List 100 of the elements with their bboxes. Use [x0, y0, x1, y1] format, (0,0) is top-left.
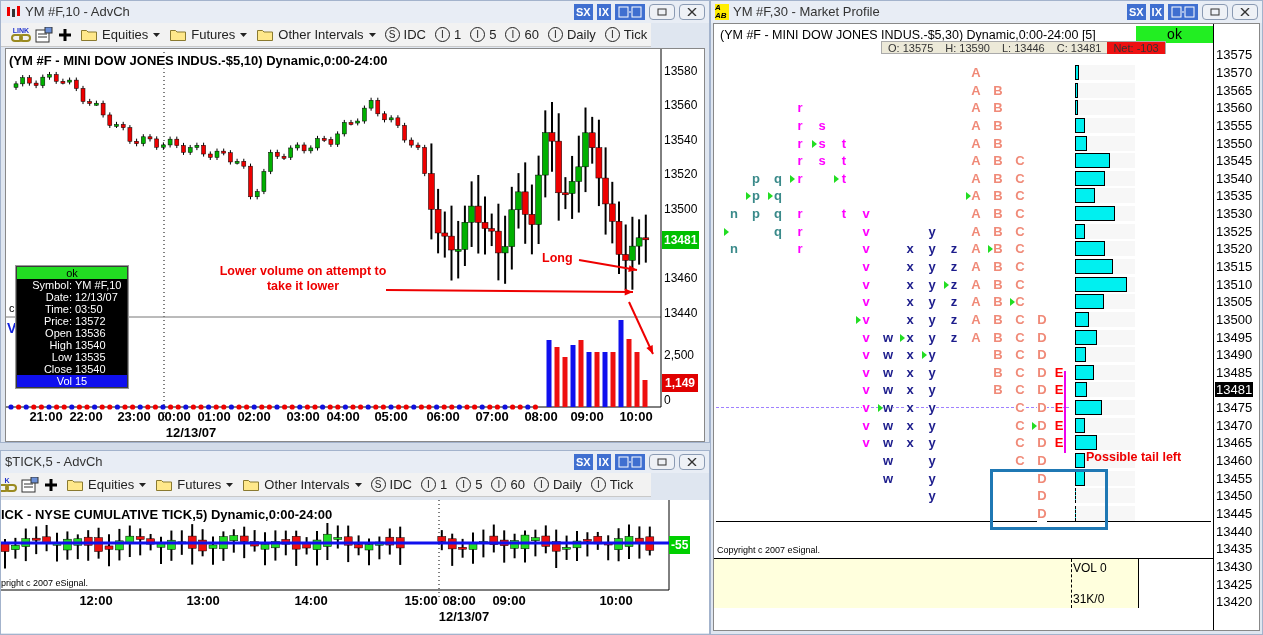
field-label: Close	[42, 363, 73, 375]
window-title: $TICK,5 - AdvCh	[5, 453, 103, 472]
annotation-text: Lower volume on attempt to take it lower	[218, 264, 388, 294]
price-axis-label: 13525	[1215, 223, 1254, 239]
interval-button[interactable]: I 5	[456, 474, 483, 495]
folder-menu-button[interactable]: Other Intervals	[243, 474, 362, 495]
price-axis-label: 13560	[664, 97, 698, 114]
price-axis-label: 13570	[1215, 64, 1254, 80]
time-axis-label: 01:00	[197, 408, 231, 426]
time-axis-label: 10:00	[599, 592, 633, 610]
interval-button[interactable]: I 60	[505, 24, 539, 45]
price-axis-label: 13470	[1215, 417, 1254, 433]
price-axis-label: 13440	[664, 305, 698, 322]
last-volume-badge: 1,149	[662, 374, 699, 392]
field-value: 13536	[75, 327, 106, 339]
field-value: 13540	[75, 339, 106, 351]
field-value: YM #F,10	[75, 279, 122, 291]
time-axis-label: 06:00	[426, 408, 460, 426]
field-value: 13540	[75, 363, 106, 375]
title-bar-button[interactable]: SX	[573, 454, 593, 470]
field-value: 13572	[75, 315, 106, 327]
time-axis-label: 23:00	[117, 408, 151, 426]
title-bar-button[interactable]: IX	[596, 454, 611, 470]
field-value: 13535	[75, 351, 106, 363]
interval-button[interactable]: I 1	[421, 474, 448, 495]
price-axis-label: 13425	[1215, 576, 1254, 592]
interval-button[interactable]: I 60	[491, 474, 525, 495]
ohlc-value: O: 13575	[887, 41, 935, 54]
price-axis-label: 13500	[664, 201, 698, 218]
ohlc-value: C: 13481	[1055, 41, 1103, 54]
price-axis-label: 13445	[1215, 505, 1254, 521]
volume-axis-label: 0	[664, 392, 671, 409]
time-axis-label: 22:00	[69, 408, 103, 426]
field-label: Symbol:	[31, 279, 73, 291]
interval-button[interactable]: I Daily	[547, 24, 596, 45]
price-axis-label: 13540	[664, 132, 698, 149]
time-axis-label: 08:00	[524, 408, 558, 426]
time-axis-label: 21:00	[29, 408, 63, 426]
price-axis-label: 13475	[1215, 400, 1254, 416]
price-axis-label: 13550	[1215, 135, 1254, 151]
field-label: Time:	[43, 303, 73, 315]
interval-button[interactable]: S IDC	[384, 24, 426, 45]
interval-button[interactable]: I Daily	[533, 474, 582, 495]
status-indicator: ok	[1136, 26, 1213, 43]
ohlc-value: L: 13446	[1000, 41, 1046, 54]
field-label: Open	[44, 327, 73, 339]
price-axis-label: 13560	[1215, 100, 1254, 116]
title-bar-button[interactable]: SX	[1126, 4, 1146, 20]
price-axis-label: 13540	[1215, 170, 1254, 186]
interval-button[interactable]: I Tick	[590, 474, 634, 495]
price-axis-label: 13460	[664, 270, 698, 287]
interval-button[interactable]: S IDC	[370, 474, 412, 495]
copyright-text: pright c 2007 eSignal.	[1, 577, 89, 590]
chart-title: ICK - NYSE CUMULATIVE TICK,5) Dynamic,0:00-24:00	[1, 506, 333, 524]
title-bar-button[interactable]: IX	[596, 4, 611, 20]
time-axis-label: 03:00	[286, 408, 320, 426]
folder-menu-button[interactable]: Equities	[81, 24, 161, 45]
price-axis-label: 13440	[1215, 523, 1254, 539]
price-axis-label: 13500	[1215, 311, 1254, 327]
window-title: YM #F,30 - Market Profile	[733, 3, 880, 22]
pane-label: c	[9, 301, 15, 316]
time-axis-label: 09:00	[492, 592, 526, 610]
price-axis-label: 13520	[1215, 241, 1254, 257]
price-axis-label: 13435	[1215, 541, 1254, 557]
title-bar-button[interactable]: SX	[573, 4, 593, 20]
field-label: Vol	[55, 375, 73, 387]
folder-menu-button[interactable]: Equities	[67, 474, 147, 495]
time-axis-label: 00:00	[157, 408, 191, 426]
price-axis-label: 13420	[1215, 594, 1254, 610]
folder-menu-button[interactable]: Other Intervals	[257, 24, 376, 45]
price-axis-label: 13555	[1215, 117, 1254, 133]
price-axis-label: 13490	[1215, 347, 1254, 363]
folder-menu-button[interactable]: Futures	[170, 24, 248, 45]
title-bar-button[interactable]: IX	[1149, 4, 1164, 20]
price-axis-label: 13430	[1215, 558, 1254, 574]
time-axis-label: 09:00	[570, 408, 604, 426]
folder-menu-button[interactable]: Futures	[156, 474, 234, 495]
field-label: Low	[50, 351, 73, 363]
annotation-text: Long	[542, 250, 573, 267]
price-axis-label: 13575	[1215, 47, 1254, 63]
price-axis-label: 13485	[1215, 364, 1254, 380]
price-axis-label: 13460	[1215, 453, 1254, 469]
field-value: 03:50	[75, 303, 103, 315]
field-value: 12/13/07	[75, 291, 118, 303]
last-price-badge: 13481	[662, 231, 700, 249]
net-change: Net: -103	[1107, 41, 1165, 54]
time-axis-label: 10:00	[619, 408, 653, 426]
price-axis-label: 13510	[1215, 276, 1254, 292]
interval-button[interactable]: I Tick	[604, 24, 648, 45]
price-axis-label: 13530	[1215, 206, 1254, 222]
price-axis-label: 13455	[1215, 470, 1254, 486]
interval-button[interactable]: I 1	[435, 24, 462, 45]
annotation-text: Possible tail left	[1086, 449, 1182, 466]
time-axis-label: 14:00	[294, 592, 328, 610]
price-axis-label: 13520	[664, 166, 698, 183]
field-label: Price:	[42, 315, 73, 327]
time-axis-label: 13:00	[186, 592, 220, 610]
interval-button[interactable]: I 5	[470, 24, 497, 45]
price-axis-label: 13565	[1215, 82, 1254, 98]
time-axis-label: 12:00	[79, 592, 113, 610]
